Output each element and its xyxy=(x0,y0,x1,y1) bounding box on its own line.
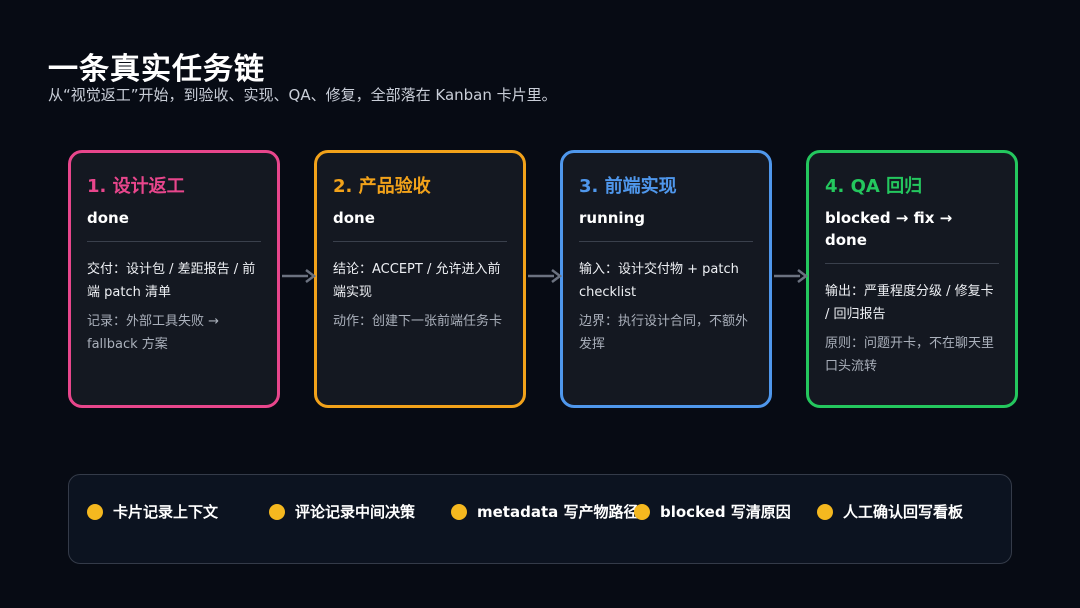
flow-arrow-icon xyxy=(528,269,562,283)
task-card-frontend-implementation: 3. 前端实现 running 输入：设计交付物 + patch checkli… xyxy=(560,150,772,408)
legend-item-label: 人工确认回写看板 xyxy=(843,503,964,521)
legend-panel: 卡片记录上下文 评论记录中间决策 metadata 写产物路径 blocked … xyxy=(68,474,1012,564)
card-status: done xyxy=(87,209,129,227)
page-title: 一条真实任务链 xyxy=(48,52,265,87)
card-title: 4. QA 回归 xyxy=(825,176,923,197)
bullet-dot-icon xyxy=(87,503,103,520)
card-divider xyxy=(579,241,753,242)
legend-item-label: 卡片记录上下文 xyxy=(113,503,219,521)
card-output: 输出：严重程度分级 / 修复卡 / 回归报告 xyxy=(825,284,994,322)
flow-arrow-icon xyxy=(774,269,808,283)
card-conclusion: 结论：ACCEPT / 允许进入前端实现 xyxy=(333,262,501,300)
card-note: 记录：外部工具失败 → fallback 方案 xyxy=(87,314,220,352)
card-status: running xyxy=(579,209,645,227)
legend-item: 评论记录中间决策 xyxy=(269,501,415,522)
legend-item: metadata 写产物路径 xyxy=(451,501,638,522)
legend-item-label: 评论记录中间决策 xyxy=(295,503,416,521)
legend-item-label: blocked 写清原因 xyxy=(660,503,791,521)
bullet-dot-icon xyxy=(451,503,467,520)
flow-arrow-icon xyxy=(282,269,316,283)
card-status: done xyxy=(333,209,375,227)
card-status: blocked → fix → done xyxy=(825,209,953,249)
page-subtitle: 从“视觉返工”开始，到验收、实现、QA、修复，全部落在 Kanban 卡片里。 xyxy=(48,86,557,104)
bullet-dot-icon xyxy=(269,503,285,520)
task-card-design-rework: 1. 设计返工 done 交付：设计包 / 差距报告 / 前端 patch 清单… xyxy=(68,150,280,408)
legend-item: 卡片记录上下文 xyxy=(87,501,218,522)
legend-item: 人工确认回写看板 xyxy=(817,501,963,522)
card-title: 2. 产品验收 xyxy=(333,176,431,197)
bullet-dot-icon xyxy=(817,503,833,520)
card-deliverable: 交付：设计包 / 差距报告 / 前端 patch 清单 xyxy=(87,262,256,300)
card-note: 动作：创建下一张前端任务卡 xyxy=(333,314,503,329)
card-divider xyxy=(825,263,999,264)
card-divider xyxy=(333,241,507,242)
bullet-dot-icon xyxy=(634,503,650,520)
legend-item-label: metadata 写产物路径 xyxy=(477,503,639,521)
card-title: 1. 设计返工 xyxy=(87,176,185,197)
task-card-qa-regression: 4. QA 回归 blocked → fix → done 输出：严重程度分级 … xyxy=(806,150,1018,408)
card-note: 原则：问题开卡，不在聊天里口头流转 xyxy=(825,336,995,374)
card-divider xyxy=(87,241,261,242)
task-card-product-acceptance: 2. 产品验收 done 结论：ACCEPT / 允许进入前端实现 动作：创建下… xyxy=(314,150,526,408)
card-note: 边界：执行设计合同，不额外发挥 xyxy=(579,314,749,352)
card-title: 3. 前端实现 xyxy=(579,176,677,197)
card-input: 输入：设计交付物 + patch checklist xyxy=(579,262,739,300)
legend-item: blocked 写清原因 xyxy=(634,501,791,522)
